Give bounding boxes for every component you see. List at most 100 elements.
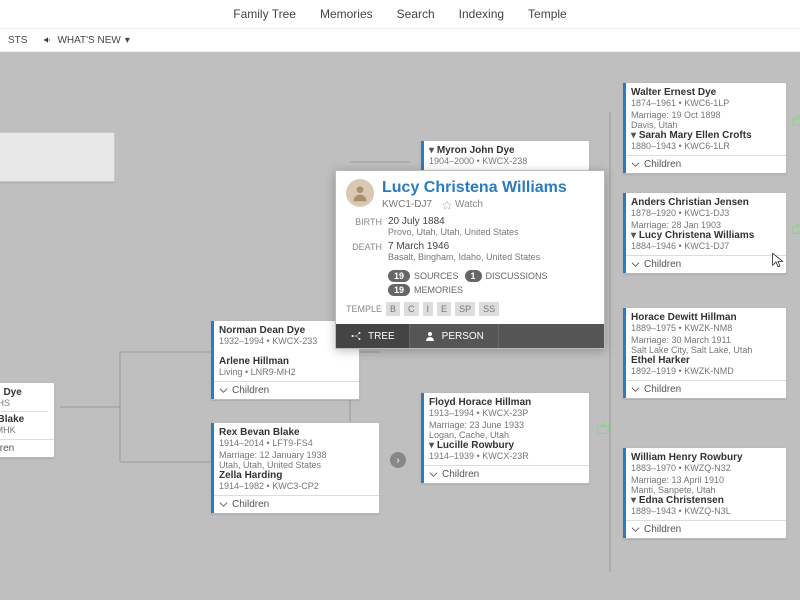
- lists-button[interactable]: STS: [8, 35, 27, 46]
- temple-icon: [790, 220, 800, 236]
- caret-down-icon: ▾: [125, 35, 130, 46]
- nav-family-tree[interactable]: Family Tree: [233, 7, 296, 21]
- spouse-meta: 1884–1946 • KWC1-DJ7: [631, 241, 780, 251]
- spouse-name: ▾ Sarah Mary Ellen Crofts: [631, 130, 780, 141]
- empty-card[interactable]: [0, 132, 115, 182]
- person-meta: 1874–1961 • KWC6-1LP: [631, 98, 780, 108]
- spouse-meta: Living • LNR9-MH2: [219, 367, 353, 377]
- person-card-walter[interactable]: Walter Ernest Dye 1874–1961 • KWC6-1LP M…: [622, 82, 787, 174]
- ordinance-c[interactable]: C: [404, 302, 419, 316]
- spouse-name: ol Ann Blake: [0, 414, 48, 425]
- person-meta: LNR9-MHS: [0, 398, 48, 408]
- person-card-myron[interactable]: ▾ Myron John Dye 1904–2000 • KWCX-238: [420, 140, 590, 171]
- whats-new-button[interactable]: WHAT'S NEW ▾: [43, 35, 129, 46]
- death-label: DEATH: [346, 241, 388, 262]
- person-meta: 1883–1970 • KWZQ-N32: [631, 463, 780, 473]
- person-card-anders[interactable]: Anders Christian Jensen 1878–1920 • KWC1…: [622, 192, 787, 274]
- children-toggle[interactable]: Children: [421, 465, 589, 483]
- death-date: 7 March 1946: [388, 241, 594, 252]
- avatar: [346, 179, 374, 207]
- sources-badge[interactable]: 19SOURCES: [388, 270, 459, 282]
- nav-search[interactable]: Search: [397, 7, 435, 21]
- nav-temple[interactable]: Temple: [528, 7, 567, 21]
- person-card-william[interactable]: William Henry Rowbury 1883–1970 • KWZQ-N…: [622, 447, 787, 539]
- ordinance-ss[interactable]: SS: [479, 302, 499, 316]
- children-toggle[interactable]: Children: [623, 155, 786, 173]
- tree-icon: [350, 330, 362, 342]
- tree-canvas[interactable]: ty Boyd Dye LNR9-MHS ol Ann Blake • LNR9…: [0, 52, 800, 600]
- marriage-info: Marriage: 13 April 1910 Manti, Sanpete, …: [631, 475, 780, 495]
- person-meta: 1914–2014 • LFT9-FS4: [219, 438, 373, 448]
- person-card-floyd[interactable]: Floyd Horace Hillman 1913–1994 • KWCX-23…: [420, 392, 590, 484]
- person-name: Floyd Horace Hillman: [429, 397, 583, 408]
- spouse-meta: 1914–1982 • KWC3-CP2: [219, 481, 373, 491]
- spouse-name: ▾ Lucy Christena Williams: [631, 230, 780, 241]
- birth-place: Provo, Utah, Utah, United States: [388, 227, 594, 237]
- person-card-rex[interactable]: Rex Bevan Blake 1914–2014 • LFT9-FS4 Mar…: [210, 422, 380, 514]
- ordinance-i[interactable]: I: [423, 302, 434, 316]
- popup-footer: TREE PERSON: [336, 324, 604, 348]
- marriage-info: Marriage: 19 Oct 1898 Davis, Utah: [631, 110, 780, 130]
- spouse-meta: 1914–1939 • KWCX-23R: [429, 451, 583, 461]
- memories-badge[interactable]: 19MEMORIES: [388, 284, 463, 296]
- ordinance-b[interactable]: B: [386, 302, 400, 316]
- popup-id: KWC1-DJ7: [382, 199, 432, 210]
- marriage-info: Marriage: 28 Jan 1903: [631, 220, 780, 230]
- person-meta: 1913–1994 • KWCX-23P: [429, 408, 583, 418]
- person-card-horace[interactable]: Horace Dewitt Hillman 1889–1975 • KWZK-N…: [622, 307, 787, 399]
- spouse-name: Ethel Harker: [631, 355, 780, 366]
- death-place: Basalt, Bingham, Idaho, United States: [388, 252, 594, 262]
- spouse-name: Zella Harding: [219, 470, 373, 481]
- nav-memories[interactable]: Memories: [320, 7, 373, 21]
- temple-icon: [595, 420, 611, 436]
- person-meta: 1878–1920 • KWC1-DJ3: [631, 208, 780, 218]
- discussions-badge[interactable]: 1DISCUSSIONS: [465, 270, 548, 282]
- megaphone-icon: [43, 35, 53, 45]
- children-toggle[interactable]: Children: [623, 520, 786, 538]
- person-name: Walter Ernest Dye: [631, 87, 780, 98]
- children-toggle[interactable]: Children: [0, 439, 54, 457]
- person-meta: 1932–1994 • KWCX-233: [219, 336, 353, 346]
- person-icon: [424, 330, 436, 342]
- top-nav: Family Tree Memories Search Indexing Tem…: [0, 0, 800, 28]
- person-card-root[interactable]: ty Boyd Dye LNR9-MHS ol Ann Blake • LNR9…: [0, 382, 55, 458]
- person-name: William Henry Rowbury: [631, 452, 780, 463]
- person-name: ty Boyd Dye: [0, 387, 48, 398]
- person-name: Norman Dean Dye: [219, 325, 353, 336]
- temple-label: TEMPLE: [346, 304, 382, 314]
- temple-icon: [790, 112, 800, 128]
- person-meta: 1889–1975 • KWZK-NM8: [631, 323, 780, 333]
- birth-date: 20 July 1884: [388, 216, 594, 227]
- tree-tab[interactable]: TREE: [336, 324, 410, 348]
- person-tab[interactable]: PERSON: [410, 324, 499, 348]
- spouse-name: ▾ Lucille Rowbury: [429, 440, 583, 451]
- person-name: Rex Bevan Blake: [219, 427, 373, 438]
- expand-button[interactable]: ›: [390, 452, 406, 468]
- children-toggle[interactable]: Children: [623, 255, 786, 273]
- birth-label: BIRTH: [346, 216, 388, 237]
- popup-name[interactable]: Lucy Christena Williams: [382, 179, 567, 197]
- children-toggle[interactable]: Children: [211, 495, 379, 513]
- ordinance-e[interactable]: E: [437, 302, 451, 316]
- children-toggle[interactable]: Children: [211, 381, 359, 399]
- marriage-info: Marriage: 23 June 1933 Logan, Cache, Uta…: [429, 420, 583, 440]
- spouse-name: Arlene Hillman: [219, 356, 353, 367]
- spouse-meta: 1880–1943 • KWC6-1LR: [631, 141, 780, 151]
- marriage-info: Marriage: 30 March 1911 Salt Lake City, …: [631, 335, 780, 355]
- person-name: ▾ Myron John Dye: [429, 145, 583, 156]
- spouse-meta: • LNR9-MHK: [0, 425, 48, 435]
- whats-new-label: WHAT'S NEW: [57, 35, 120, 46]
- star-icon: [442, 200, 452, 210]
- ordinance-sp[interactable]: SP: [455, 302, 475, 316]
- spouse-meta: 1892–1919 • KWZK-NMD: [631, 366, 780, 376]
- nav-indexing[interactable]: Indexing: [459, 7, 504, 21]
- marriage-info: Marriage: 12 January 1938 Utah, Utah, Un…: [219, 450, 373, 470]
- person-name: Horace Dewitt Hillman: [631, 312, 780, 323]
- watch-button[interactable]: Watch: [442, 199, 483, 210]
- spouse-name: ▾ Edna Christensen: [631, 495, 780, 506]
- spouse-meta: 1889–1943 • KWZQ-N3L: [631, 506, 780, 516]
- children-toggle[interactable]: Children: [623, 380, 786, 398]
- person-popup: Lucy Christena Williams KWC1-DJ7 Watch B…: [335, 170, 605, 349]
- person-name: Anders Christian Jensen: [631, 197, 780, 208]
- sub-bar: STS WHAT'S NEW ▾: [0, 28, 800, 52]
